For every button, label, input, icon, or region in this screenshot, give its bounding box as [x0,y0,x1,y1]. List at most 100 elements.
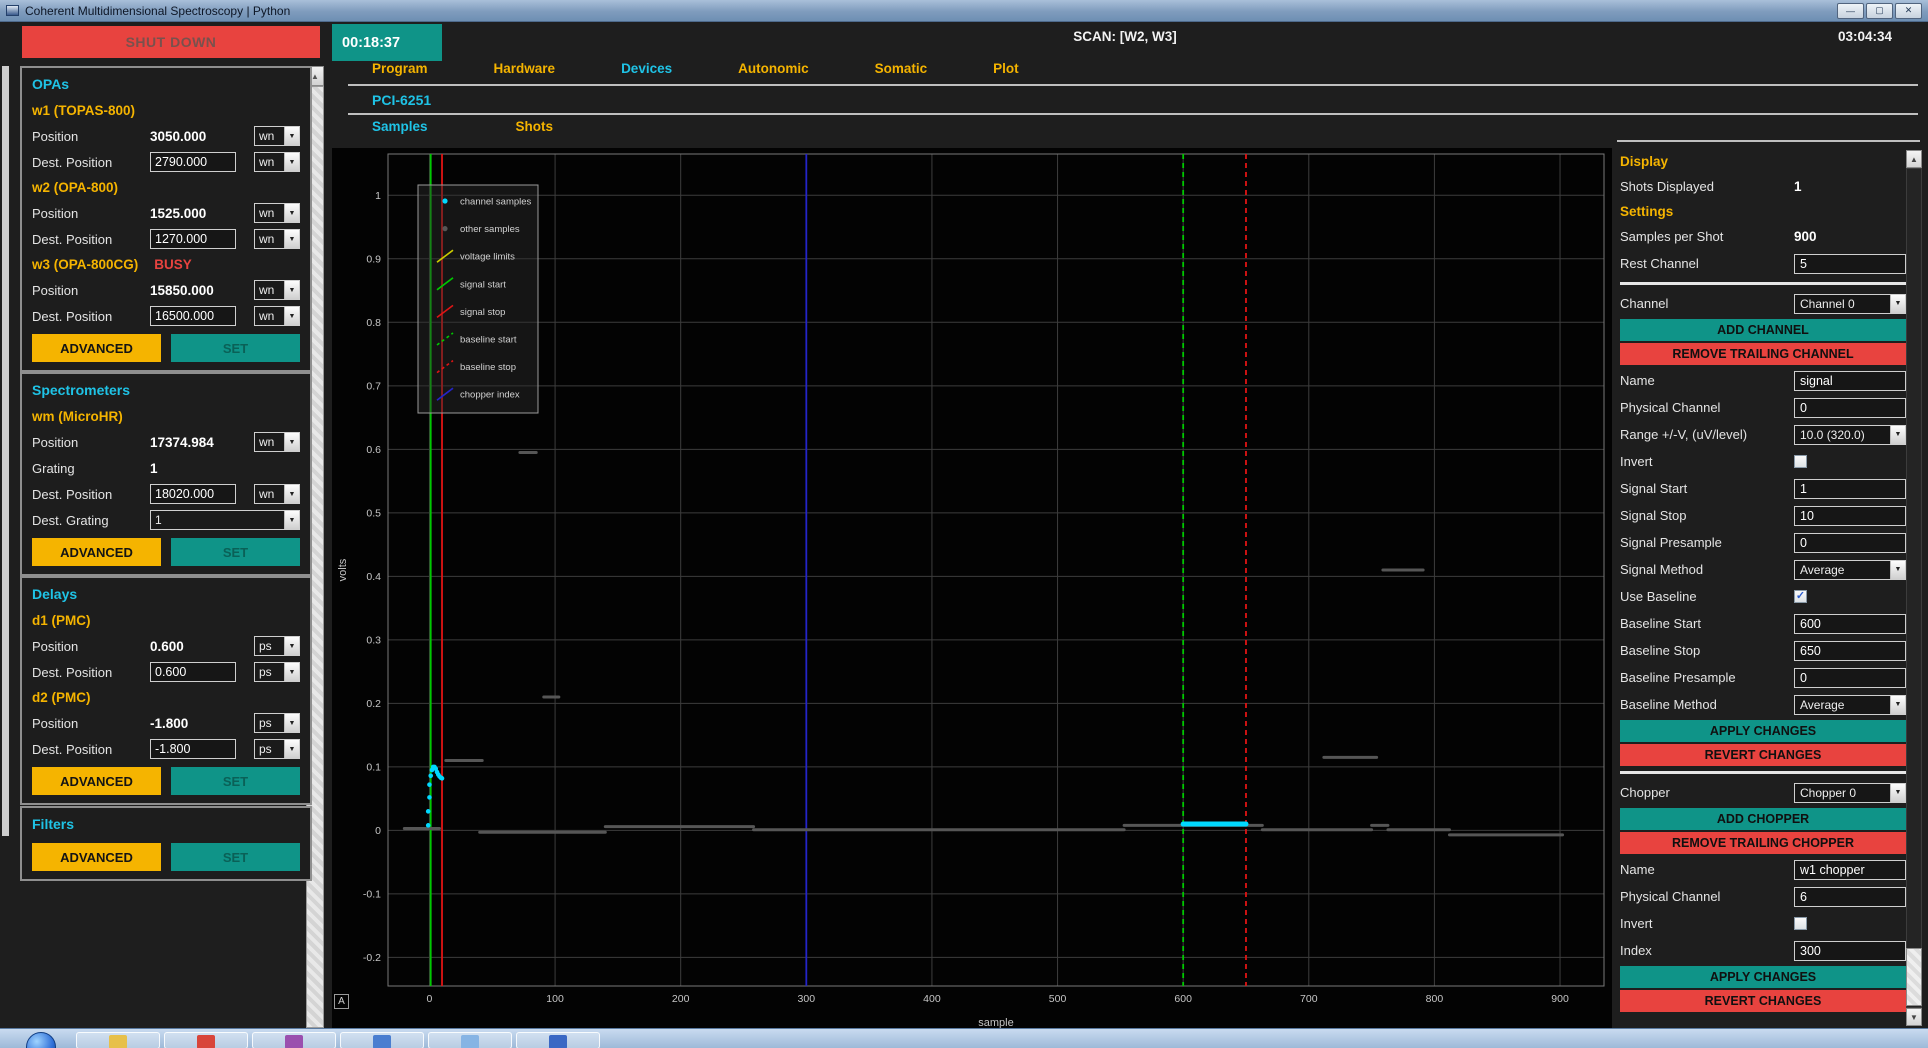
svg-text:0.5: 0.5 [366,507,381,519]
chopper-index-input[interactable] [1794,941,1906,961]
wm-dest-unit-select[interactable]: wn▼ [254,484,300,504]
w2-dest-unit-select[interactable]: wn▼ [254,229,300,249]
d1-position-unit-select[interactable]: ps▼ [254,636,300,656]
series-other-samples [404,453,1562,835]
chopper-name-input[interactable] [1794,860,1906,880]
d2-dest-unit-select[interactable]: ps▼ [254,739,300,759]
opas-advanced-button[interactable]: ADVANCED [32,334,161,362]
tab-devices[interactable]: Devices [621,61,672,76]
wm-position-unit-select[interactable]: wn▼ [254,432,300,452]
w3-dest-position-input[interactable] [150,306,236,326]
panel-scrollbar-thumb[interactable] [1906,948,1922,1006]
tab-hardware[interactable]: Hardware [494,61,556,76]
range-select[interactable]: 10.0 (320.0)▼ [1794,425,1906,445]
start-button[interactable] [26,1032,56,1048]
invert-checkbox[interactable]: ✓ [1794,455,1807,468]
d1-position-value: 0.600 [150,639,236,654]
taskbar-app-button[interactable] [516,1032,600,1048]
w1-dest-unit-select[interactable]: wn▼ [254,152,300,172]
plot-area[interactable]: 010020030040050060070080090010.90.80.70.… [332,148,1612,1040]
filters-set-button[interactable]: SET [171,843,300,871]
chevron-down-icon: ▼ [284,433,299,451]
w1-position-unit-select[interactable]: wn▼ [254,126,300,146]
divider [1617,140,1920,142]
svg-text:0.1: 0.1 [366,761,381,773]
taskbar-app-button[interactable] [76,1032,160,1048]
maximize-icon[interactable]: ▢ [1866,3,1893,19]
w1-position-value: 3050.000 [150,129,236,144]
d1-dest-unit-select[interactable]: ps▼ [254,662,300,682]
w3-position-unit-select[interactable]: wn▼ [254,280,300,300]
wm-dest-position-input[interactable] [150,484,236,504]
spectrometers-set-button[interactable]: SET [171,538,300,566]
remove-trailing-chopper-button[interactable]: REMOVE TRAILING CHOPPER [1620,832,1906,854]
taskbar-app-button[interactable] [340,1032,424,1048]
remove-trailing-channel-button[interactable]: REMOVE TRAILING CHANNEL [1620,343,1906,365]
panel-scrollbar-track[interactable] [1906,168,1922,1008]
add-chopper-button[interactable]: ADD CHOPPER [1620,808,1906,830]
title-bar: Coherent Multidimensional Spectroscopy |… [0,0,1928,22]
use-baseline-checkbox[interactable]: ✓ [1794,590,1807,603]
w1-dest-position-input[interactable] [150,152,236,172]
baseline-start-input[interactable] [1794,614,1906,634]
minimize-icon[interactable]: — [1837,3,1864,19]
channel-name-input[interactable] [1794,371,1906,391]
tab-samples[interactable]: Samples [372,119,428,134]
d2-dest-position-input[interactable] [150,739,236,759]
svg-text:0: 0 [427,993,433,1005]
tab-autonomic[interactable]: Autonomic [738,61,809,76]
chevron-down-icon: ▼ [284,127,299,145]
delays-set-button[interactable]: SET [171,767,300,795]
panel-scrollbar-up-icon[interactable]: ▲ [1906,150,1922,168]
baseline-stop-input[interactable] [1794,641,1906,661]
apply-changes-button[interactable]: APPLY CHANGES [1620,720,1906,742]
wm-grating-value: 1 [150,461,236,476]
w3-dest-unit-select[interactable]: wn▼ [254,306,300,326]
signal-presample-input[interactable] [1794,533,1906,553]
divider [1620,282,1906,285]
chopper-revert-changes-button[interactable]: REVERT CHANGES [1620,990,1906,1012]
app-glyph-icon [461,1035,479,1048]
svg-text:chopper index: chopper index [460,390,520,401]
plot-canvas[interactable]: 010020030040050060070080090010.90.80.70.… [332,148,1612,1040]
name-row: Name [1620,367,1906,394]
revert-changes-button[interactable]: REVERT CHANGES [1620,744,1906,766]
add-channel-button[interactable]: ADD CHANNEL [1620,319,1906,341]
filters-advanced-button[interactable]: ADVANCED [32,843,161,871]
tab-shots[interactable]: Shots [516,119,554,134]
channel-select[interactable]: Channel 0▼ [1794,294,1906,314]
taskbar-app-button[interactable] [164,1032,248,1048]
w2-dest-position-input[interactable] [150,229,236,249]
chopper-invert-checkbox[interactable]: ✓ [1794,917,1807,930]
taskbar-app-button[interactable] [252,1032,336,1048]
wm-position-value: 17374.984 [150,435,236,450]
taskbar-app-button[interactable] [428,1032,512,1048]
physical-channel-input[interactable] [1794,398,1906,418]
wm-dest-grating-select[interactable]: 1▼ [150,510,300,530]
signal-stop-input[interactable] [1794,506,1906,526]
d2-position-unit-select[interactable]: ps▼ [254,713,300,733]
shutdown-button[interactable]: SHUT DOWN [22,26,320,58]
tab-plot[interactable]: Plot [993,61,1019,76]
chopper-select[interactable]: Chopper 0▼ [1794,783,1906,803]
w2-position-unit-select[interactable]: wn▼ [254,203,300,223]
d1-dest-position-input[interactable] [150,662,236,682]
chopper-apply-changes-button[interactable]: APPLY CHANGES [1620,966,1906,988]
tab-somatic[interactable]: Somatic [875,61,928,76]
rest-channel-input[interactable] [1794,254,1906,274]
baseline-presample-input[interactable] [1794,668,1906,688]
opas-set-button[interactable]: SET [171,334,300,362]
spectrometers-advanced-button[interactable]: ADVANCED [32,538,161,566]
autorange-button[interactable]: A [334,994,349,1009]
baseline-method-select[interactable]: Average▼ [1794,695,1906,715]
device-title: PCI-6251 [372,92,431,108]
tab-program[interactable]: Program [372,61,428,76]
signal-method-select[interactable]: Average▼ [1794,560,1906,580]
chopper-physical-channel-input[interactable] [1794,887,1906,907]
spectrometers-title: Spectrometers [32,382,300,404]
sidebar-scrollbar[interactable] [2,66,9,836]
close-icon[interactable]: ✕ [1895,3,1922,19]
signal-start-input[interactable] [1794,479,1906,499]
delays-advanced-button[interactable]: ADVANCED [32,767,161,795]
panel-scrollbar-down-icon[interactable]: ▼ [1906,1008,1922,1026]
